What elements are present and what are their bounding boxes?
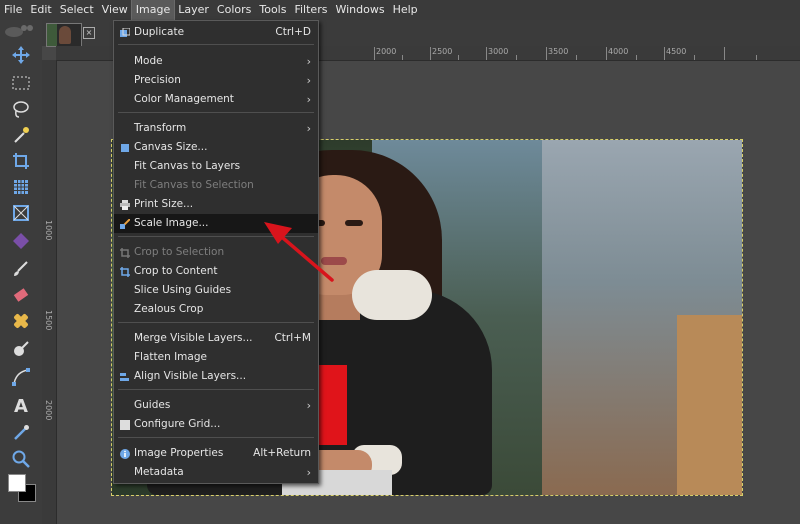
- move-tool-icon[interactable]: [9, 44, 33, 66]
- crop-icon: [120, 267, 130, 277]
- heal-tool-icon[interactable]: [9, 310, 33, 332]
- rect-select-tool-icon[interactable]: [9, 72, 33, 94]
- menu-help[interactable]: Help: [389, 0, 422, 20]
- foreground-color-swatch[interactable]: [8, 474, 26, 492]
- warp-transform-tool-icon[interactable]: [9, 202, 33, 224]
- canvas-size-icon: [121, 144, 129, 152]
- annotation-arrow-icon: [264, 222, 334, 282]
- wilber-icon: [5, 25, 33, 37]
- menu-item-guides[interactable]: Guides ›: [114, 396, 318, 415]
- menu-file[interactable]: File: [0, 0, 26, 20]
- unified-transform-tool-icon[interactable]: [9, 176, 33, 198]
- vertical-ruler: 1000 1500 2000: [42, 60, 57, 524]
- ruler-label: 1500: [44, 310, 53, 331]
- menu-item-fit-canvas-layers[interactable]: Fit Canvas to Layers: [114, 157, 318, 176]
- menu-item-merge-visible[interactable]: Merge Visible Layers... Ctrl+M: [114, 329, 318, 348]
- ruler-label: 2000: [376, 47, 397, 56]
- grid-icon: [120, 420, 130, 430]
- ruler-label: 1000: [44, 220, 53, 241]
- fuzzy-select-tool-icon[interactable]: [9, 124, 33, 146]
- lasso-tool-icon[interactable]: [9, 98, 33, 120]
- smudge-tool-icon[interactable]: [9, 338, 33, 360]
- menu-item-flatten[interactable]: Flatten Image: [114, 348, 318, 367]
- info-icon: [120, 449, 130, 459]
- submenu-arrow-icon: ›: [306, 399, 311, 412]
- menu-item-duplicate[interactable]: Duplicate Ctrl+D: [114, 23, 318, 42]
- printer-icon: [120, 200, 130, 210]
- menu-tools[interactable]: Tools: [255, 0, 290, 20]
- menu-colors[interactable]: Colors: [213, 0, 255, 20]
- paintbrush-tool-icon[interactable]: [9, 258, 33, 280]
- ruler-label: 4500: [666, 47, 687, 56]
- menu-item-align-visible[interactable]: Align Visible Layers...: [114, 367, 318, 386]
- ruler-label: 4000: [608, 47, 629, 56]
- svg-text:A: A: [14, 396, 28, 415]
- submenu-arrow-icon: ›: [306, 466, 311, 479]
- fg-bg-color-swatches[interactable]: [8, 474, 40, 504]
- menu-item-configure-grid[interactable]: Configure Grid...: [114, 415, 318, 434]
- menu-layer[interactable]: Layer: [174, 0, 213, 20]
- text-tool-icon[interactable]: A: [9, 394, 33, 416]
- menu-item-metadata[interactable]: Metadata ›: [114, 463, 318, 482]
- menu-item-mode[interactable]: Mode ›: [114, 52, 318, 71]
- paint-bucket-tool-icon[interactable]: [9, 230, 33, 252]
- menu-image[interactable]: Image: [130, 0, 176, 21]
- menu-filters[interactable]: Filters: [290, 0, 331, 20]
- align-icon: [120, 373, 129, 381]
- menu-item-image-properties[interactable]: Image Properties Alt+Return: [114, 444, 318, 463]
- submenu-arrow-icon: ›: [306, 55, 311, 68]
- menu-item-canvas-size[interactable]: Canvas Size...: [114, 138, 318, 157]
- ruler-label: 2000: [44, 400, 53, 421]
- duplicate-icon: [120, 28, 130, 37]
- submenu-arrow-icon: ›: [306, 122, 311, 135]
- menu-item-color-management[interactable]: Color Management ›: [114, 90, 318, 109]
- menu-select[interactable]: Select: [56, 0, 98, 20]
- menu-item-transform[interactable]: Transform ›: [114, 119, 318, 138]
- ruler-label: 3000: [488, 47, 509, 56]
- menu-windows[interactable]: Windows: [331, 0, 388, 20]
- crop-icon: [120, 248, 130, 258]
- image-tab-thumbnail[interactable]: [46, 23, 82, 47]
- zoom-tool-icon[interactable]: [9, 448, 33, 470]
- menu-edit[interactable]: Edit: [26, 0, 55, 20]
- paths-tool-icon[interactable]: [9, 366, 33, 388]
- menu-bar: File Edit Select View Image Layer Colors…: [0, 0, 800, 21]
- toolbox: A: [0, 20, 42, 524]
- submenu-arrow-icon: ›: [306, 74, 311, 87]
- close-tab-icon[interactable]: ×: [83, 27, 95, 39]
- color-picker-tool-icon[interactable]: [9, 422, 33, 444]
- menu-item-precision[interactable]: Precision ›: [114, 71, 318, 90]
- menu-item-fit-canvas-selection: Fit Canvas to Selection: [134, 179, 254, 191]
- menu-item-zealous-crop[interactable]: Zealous Crop: [114, 300, 318, 319]
- submenu-arrow-icon: ›: [306, 93, 311, 106]
- menu-view[interactable]: View: [98, 0, 132, 20]
- scale-image-icon: [120, 219, 130, 229]
- eraser-tool-icon[interactable]: [9, 284, 33, 306]
- ruler-label: 2500: [432, 47, 453, 56]
- ruler-label: 3500: [548, 47, 569, 56]
- crop-tool-icon[interactable]: [9, 150, 33, 172]
